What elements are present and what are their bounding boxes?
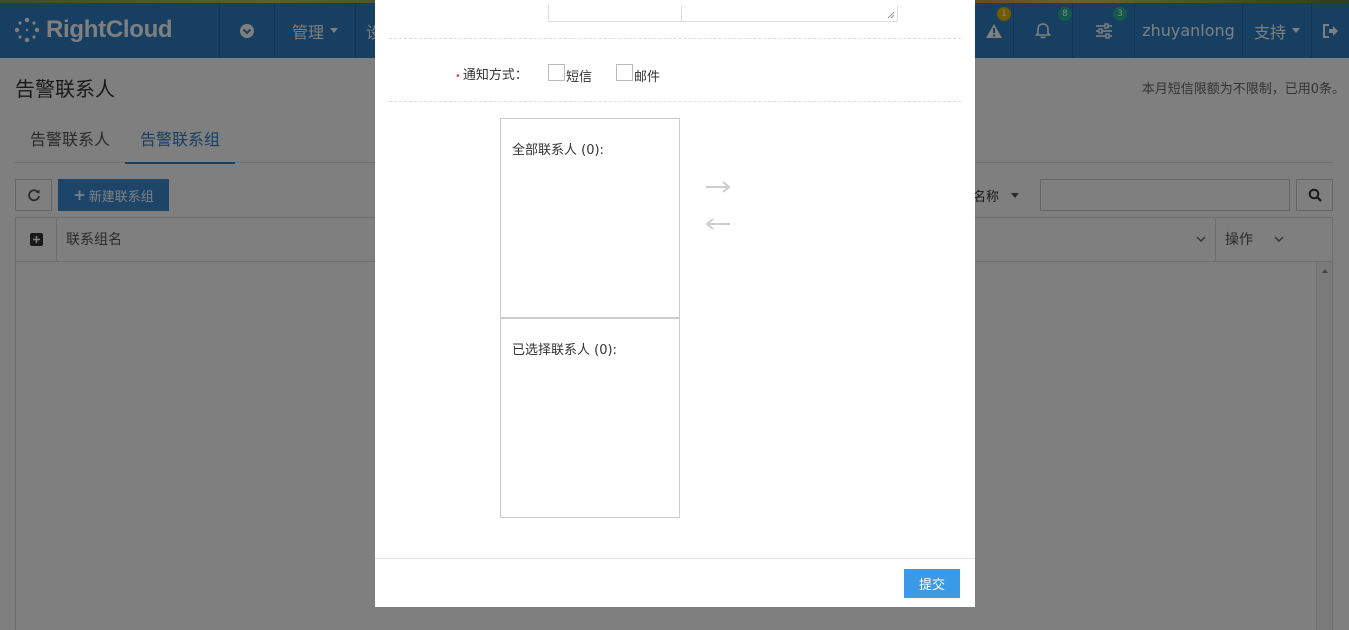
textarea-divider xyxy=(681,5,682,21)
email-checkbox[interactable] xyxy=(616,64,633,81)
all-contacts-list[interactable]: 全部联系人 (0): xyxy=(500,118,680,318)
description-textarea[interactable] xyxy=(548,5,898,22)
contact-group-modal: • 通知方式： 短信 邮件 全部联系人 (0): 已选择联系人 (0): 提交 xyxy=(375,0,975,607)
move-right-button[interactable] xyxy=(705,180,731,198)
modal-footer: 提交 xyxy=(375,558,975,608)
arrow-left-icon xyxy=(705,218,730,230)
sms-checkbox-label[interactable]: 短信 xyxy=(566,66,592,85)
form-divider xyxy=(389,38,961,39)
notify-method-label: • 通知方式： xyxy=(455,64,528,83)
submit-button[interactable]: 提交 xyxy=(904,569,960,598)
form-divider xyxy=(389,101,961,102)
selected-contacts-title: 已选择联系人 (0): xyxy=(512,343,617,358)
sms-checkbox[interactable] xyxy=(548,64,565,81)
arrow-right-icon xyxy=(706,181,731,193)
selected-contacts-list[interactable]: 已选择联系人 (0): xyxy=(500,318,680,518)
notify-method-text: 通知方式： xyxy=(462,68,528,83)
move-left-button[interactable] xyxy=(705,217,731,235)
resize-grip-icon[interactable] xyxy=(887,11,895,19)
all-contacts-title: 全部联系人 (0): xyxy=(512,143,604,158)
required-marker: • xyxy=(455,71,461,82)
email-checkbox-label[interactable]: 邮件 xyxy=(634,66,660,85)
